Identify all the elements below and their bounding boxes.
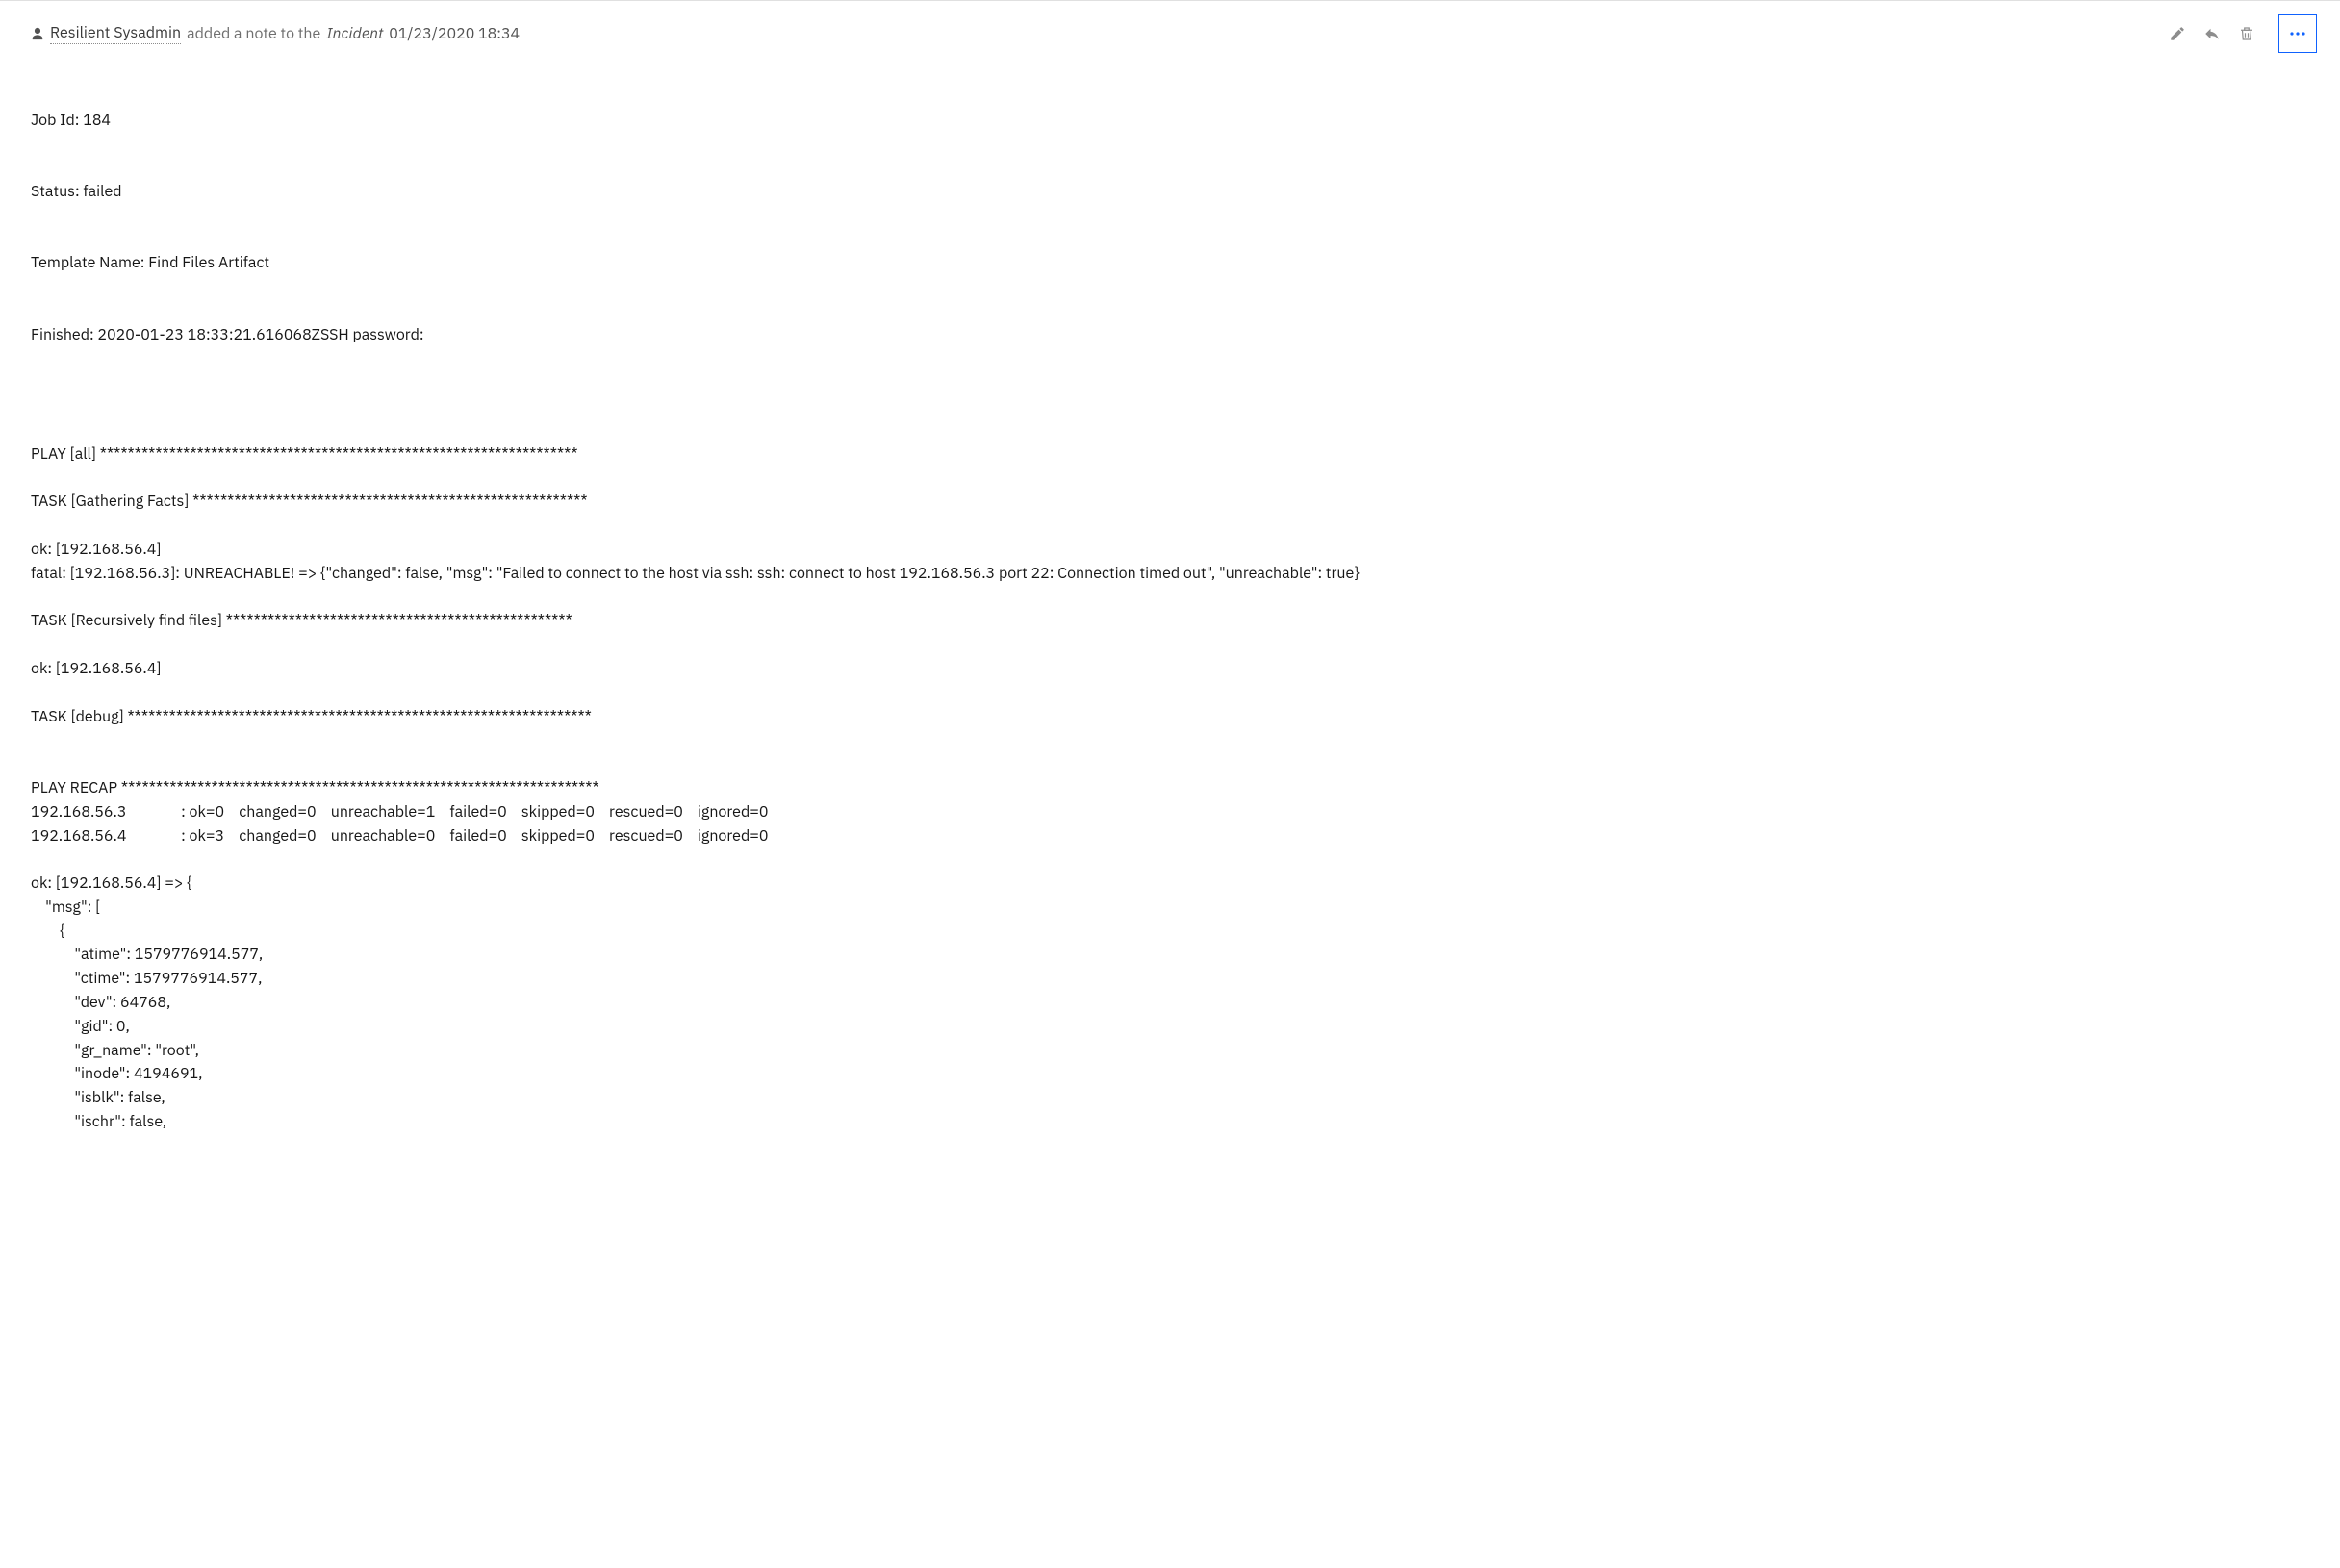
note-action-phrase: added a note to the (187, 24, 320, 43)
note-actions (2169, 14, 2317, 53)
edit-icon[interactable] (2169, 25, 2186, 42)
template-name-line: Template Name: Find Files Artifact (31, 251, 2317, 275)
more-actions-button[interactable] (2278, 14, 2317, 53)
note-body: Job Id: 184 Status: failed Template Name… (31, 61, 2317, 1181)
note-timestamp: 01/23/2020 18:34 (389, 24, 520, 43)
note-author-link[interactable]: Resilient Sysadmin (50, 23, 181, 44)
status-line: Status: failed (31, 180, 2317, 204)
delete-icon[interactable] (2238, 25, 2255, 42)
note-target: Incident (326, 24, 383, 43)
note-header: Resilient Sysadmin added a note to the I… (31, 14, 2317, 53)
job-id-line: Job Id: 184 (31, 109, 2317, 133)
note-header-left: Resilient Sysadmin added a note to the I… (31, 23, 520, 44)
reply-icon[interactable] (2203, 25, 2221, 42)
note-container: Resilient Sysadmin added a note to the I… (0, 0, 2340, 1201)
more-icon (2289, 32, 2306, 36)
user-icon (31, 27, 44, 40)
ansible-output: PLAY [all] *****************************… (31, 394, 2317, 1134)
finished-line: Finished: 2020-01-23 18:33:21.616068ZSSH… (31, 323, 2317, 347)
